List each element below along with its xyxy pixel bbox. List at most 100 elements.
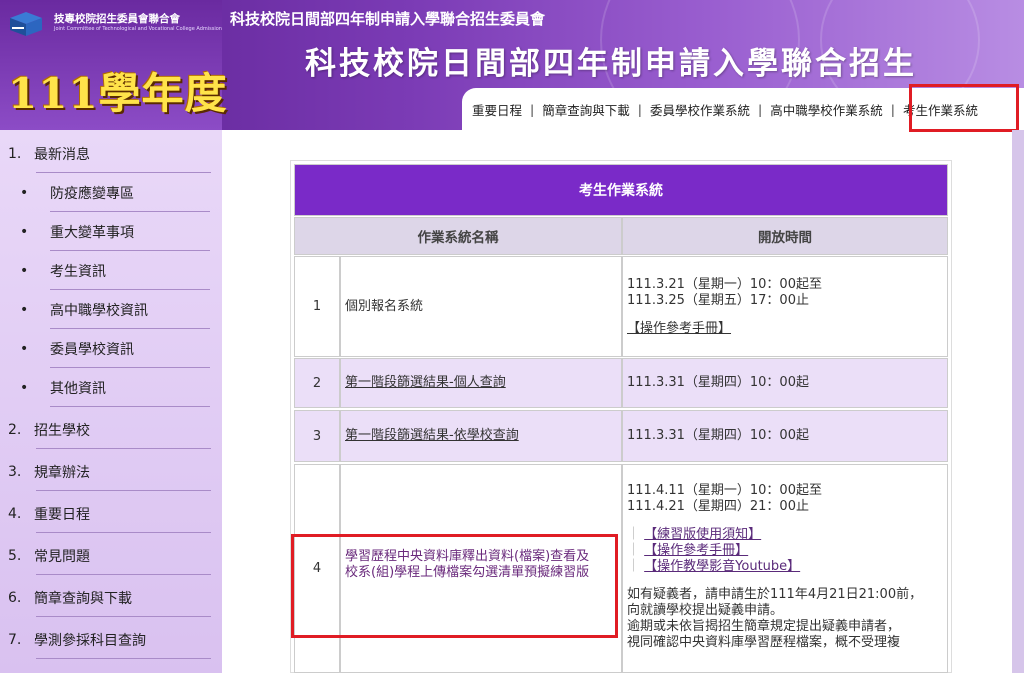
bullet: • — [20, 184, 29, 201]
link-separator: ｜ — [627, 559, 641, 574]
sidebar-item-pandemic[interactable]: • 防疫應變專區 — [0, 173, 222, 212]
committee-title: 科技校院日間部四年制申請入學聯合招生委員會 — [230, 10, 546, 28]
nav-separator: | — [530, 101, 535, 117]
row-number: 1 — [294, 256, 340, 357]
sidebar-item-number: 1. — [8, 145, 22, 162]
org-name-en: Joint Committee of Technological and Voc… — [54, 26, 222, 32]
page-header: 技專校院招生委員會聯合會 Joint Committee of Technolo… — [0, 0, 1024, 130]
practice-notes-link[interactable]: 【練習版使用須知】 — [644, 527, 761, 542]
bullet: • — [20, 223, 29, 240]
open-time-cell: 111.3.31（星期四）10：00起 — [622, 410, 948, 462]
nav-high-school-system[interactable]: 高中職學校作業系統 — [770, 100, 883, 119]
divider — [36, 658, 211, 659]
manual-link[interactable]: 【操作參考手冊】 — [627, 321, 947, 337]
sidebar-item-major-changes[interactable]: • 重大變革事項 — [0, 212, 222, 251]
sidebar-item-other-info[interactable]: • 其他資訊 — [0, 368, 222, 407]
sidebar-item-number: 4. — [8, 505, 22, 522]
bullet: • — [20, 379, 29, 396]
sidebar-item-label: 防疫應變專區 — [50, 185, 134, 202]
sidebar-item-label: 常見問題 — [34, 548, 90, 565]
sidebar-item-number: 3. — [8, 463, 22, 480]
youtube-tutorial-link[interactable]: 【操作教學影音Youtube】 — [644, 559, 800, 574]
link-row: ｜ 【練習版使用須知】 — [627, 527, 947, 543]
link-row: ｜ 【操作教學影音Youtube】 — [627, 559, 947, 575]
sidebar-item-schedule[interactable]: 4. 重要日程 — [0, 494, 222, 533]
sidebar-item-label: 最新消息 — [34, 146, 90, 163]
page-title: 科技校院日間部四年制申請入學聯合招生 — [305, 46, 917, 82]
column-header-system-name: 作業系統名稱 — [294, 217, 622, 255]
bullet: • — [20, 262, 29, 279]
system-name-cell: 第一階段篩選結果-依學校查詢 — [340, 410, 622, 462]
open-time-line: 111.3.25（星期五）17：00止 — [627, 293, 809, 308]
nav-applicant-system[interactable]: 考生作業系統 — [903, 100, 978, 119]
link-separator: ｜ — [627, 543, 641, 558]
sidebar-item-regulations[interactable]: 3. 規章辦法 — [0, 452, 222, 491]
sidebar-item-news[interactable]: 1. 最新消息 — [0, 134, 222, 173]
divider — [36, 490, 211, 491]
manual-link[interactable]: 【操作參考手冊】 — [644, 543, 748, 558]
note-line: 逾期或未依旨揭招生簡章規定提出疑義申請者， — [627, 619, 901, 634]
divider — [36, 532, 211, 533]
row-number: 3 — [294, 410, 340, 462]
open-time-line: 111.3.31（星期四）10：00起 — [627, 428, 809, 443]
open-time-line: 111.3.21（星期一）10：00起至 — [627, 277, 822, 292]
nav-important-dates[interactable]: 重要日程 — [472, 100, 522, 119]
divider — [50, 406, 210, 407]
nav-separator: | — [890, 101, 895, 117]
nav-member-school-system[interactable]: 委員學校作業系統 — [650, 100, 750, 119]
sidebar-item-number: 6. — [8, 589, 22, 606]
note-line: 如有疑義者，請申請生於111年4月21日21:00前， — [627, 587, 923, 602]
sidebar-item-applicant-info[interactable]: • 考生資訊 — [0, 251, 222, 290]
sidebar-item-label: 學測參採科目查詢 — [34, 632, 146, 649]
sidebar-item-brochure[interactable]: 6. 簡章查詢與下載 — [0, 578, 222, 617]
sidebar-item-label: 高中職學校資訊 — [50, 302, 148, 319]
sidebar-item-number: 2. — [8, 421, 22, 438]
org-name: 技專校院招生委員會聯合會 — [54, 13, 180, 25]
sidebar-item-high-school-info[interactable]: • 高中職學校資訊 — [0, 290, 222, 329]
sidebar-item-subject-query[interactable]: 7. 學測參採科目查詢 — [0, 620, 222, 659]
open-time-cell: 111.4.11（星期一）10：00起至 111.4.21（星期四）21：00止… — [622, 464, 948, 673]
sidebar-item-schools[interactable]: 2. 招生學校 — [0, 410, 222, 449]
open-time-line: 111.4.11（星期一）10：00起至 — [627, 483, 822, 498]
sidebar-item-label: 規章辦法 — [34, 464, 90, 481]
open-time-line: 111.3.31（星期四）10：00起 — [627, 375, 809, 390]
open-time-cell: 111.3.31（星期四）10：00起 — [622, 358, 948, 408]
nav-brochure-download[interactable]: 簡章查詢與下載 — [542, 100, 630, 119]
divider — [36, 616, 211, 617]
system-name-line[interactable]: 校系(組)學程上傳檔案勾選清單預擬練習版 — [345, 565, 617, 581]
sidebar-item-number: 7. — [8, 631, 22, 648]
sidebar-item-faq[interactable]: 5. 常見問題 — [0, 536, 222, 575]
sidebar-item-label: 考生資訊 — [50, 263, 106, 280]
sidebar-item-label: 其他資訊 — [50, 380, 106, 397]
system-link-school-result[interactable]: 第一階段篩選結果-依學校查詢 — [345, 428, 519, 444]
site-logo[interactable]: 技專校院招生委員會聯合會 Joint Committee of Technolo… — [0, 0, 227, 130]
bullet: • — [20, 301, 29, 318]
system-link-individual-result[interactable]: 第一階段篩選結果-個人查詢 — [345, 375, 506, 391]
sidebar: 1. 最新消息 • 防疫應變專區 • 重大變革事項 • 考生資訊 • 高中職學校… — [0, 130, 222, 673]
open-time-cell: 111.3.21（星期一）10：00起至 111.3.25（星期五）17：00止… — [622, 256, 948, 357]
system-name-cell: 個別報名系統 — [340, 256, 622, 357]
sidebar-item-label: 簡章查詢與下載 — [34, 590, 132, 607]
column-header-open-time: 開放時間 — [622, 217, 948, 255]
link-separator: ｜ — [627, 527, 641, 542]
book-emblem-icon — [10, 12, 42, 36]
note-line: 向就讀學校提出疑義申請。 — [627, 603, 784, 618]
sidebar-item-number: 5. — [8, 547, 22, 564]
system-name: 個別報名系統 — [345, 298, 424, 314]
nav-separator: | — [757, 101, 763, 117]
academic-year-title: 111學年度 — [8, 69, 228, 118]
system-name-line[interactable]: 學習歷程中央資料庫釋出資料(檔案)查看及 — [345, 549, 617, 565]
bullet: • — [20, 340, 29, 357]
note-line: 視同確認中央資料庫學習歷程檔案，概不受理複 — [627, 635, 901, 650]
nav-separator: | — [637, 101, 642, 117]
sidebar-item-label: 重大變革事項 — [50, 224, 134, 241]
link-row: ｜ 【操作參考手冊】 — [627, 543, 947, 559]
system-name-cell: 第一階段篩選結果-個人查詢 — [340, 358, 622, 408]
open-time-line: 111.4.21（星期四）21：00止 — [627, 499, 809, 514]
sidebar-item-member-school-info[interactable]: • 委員學校資訊 — [0, 329, 222, 368]
sidebar-item-label: 重要日程 — [34, 506, 90, 523]
sidebar-item-label: 招生學校 — [34, 422, 90, 439]
manual-link-text[interactable]: 【操作參考手冊】 — [627, 321, 731, 336]
top-nav: 重要日程 | 簡章查詢與下載 | 委員學校作業系統 | 高中職學校作業系統 | … — [462, 88, 1024, 130]
page-edge — [1012, 130, 1024, 673]
